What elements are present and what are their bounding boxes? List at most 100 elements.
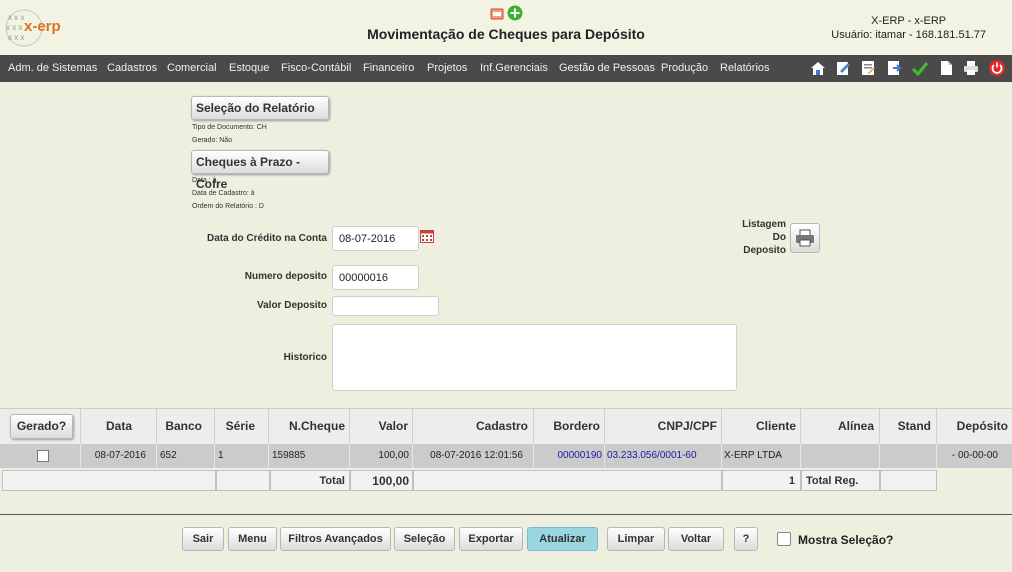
menu-inf-gerenciais[interactable]: Inf.Gerenciais <box>480 62 548 74</box>
historico-label: Historico <box>283 352 327 363</box>
cell-alinea <box>801 444 880 468</box>
menu-producao[interactable]: Produção <box>661 62 708 74</box>
footer-record-count: 1 <box>722 470 801 491</box>
col-cliente[interactable]: Cliente <box>722 409 801 444</box>
col-ncheque[interactable]: N.Cheque <box>269 409 350 444</box>
cell-valor: 100,00 <box>350 444 413 468</box>
cell-serie: 1 <box>215 444 269 468</box>
gerado-text: Gerado: Não <box>192 137 233 144</box>
home-icon[interactable] <box>809 59 827 77</box>
limpar-button[interactable]: Limpar <box>607 527 665 551</box>
menu-comercial[interactable]: Comercial <box>167 62 217 74</box>
cheques-prazo-cofre-button[interactable]: Cheques à Prazo - Cofre <box>191 150 329 191</box>
historico-textarea[interactable] <box>332 324 737 391</box>
cell-cadastro: 08-07-2016 12:01:56 <box>413 444 534 468</box>
help-button[interactable]: ? <box>734 527 758 551</box>
data-range-text: Data : à <box>192 177 217 184</box>
export-document-icon[interactable] <box>885 59 903 77</box>
footer-cell-blank-1 <box>2 470 216 491</box>
report-icon[interactable] <box>490 8 504 20</box>
valor-deposito-input[interactable] <box>332 296 439 316</box>
listagem-print-button[interactable] <box>790 223 820 253</box>
row-select-checkbox[interactable] <box>37 450 49 462</box>
listagem-label-line2: Do <box>772 232 786 243</box>
menu-gestao-pessoas[interactable]: Gestão de Pessoas <box>559 62 655 74</box>
valor-deposito-label: Valor Deposito <box>256 300 327 311</box>
cell-banco: 652 <box>157 444 215 468</box>
user-session: Usuário: itamar - 168.181.51.77 <box>831 29 986 41</box>
col-cnpj-cpf[interactable]: CNPJ/CPF <box>605 409 722 444</box>
tipo-documento-text: Tipo de Documento: CH <box>192 124 267 131</box>
check-icon[interactable] <box>911 59 929 77</box>
divider <box>0 514 1012 515</box>
cell-deposito: - 00-00-00 <box>951 450 998 461</box>
menu-financeiro[interactable]: Financeiro <box>363 62 414 74</box>
cell-bordero-link[interactable]: 00000190 <box>534 444 605 468</box>
cell-cliente: X-ERP LTDA <box>722 444 801 468</box>
listagem-deposito-label: Listagem Do Deposito <box>730 218 786 257</box>
power-icon[interactable] <box>988 59 1006 77</box>
listagem-label-line1: Listagem <box>742 219 786 230</box>
report-selection-button[interactable]: Seleção do Relatório <box>191 96 329 120</box>
main-menu-bar: Adm. de Sistemas Cadastros Comercial Est… <box>0 55 1012 82</box>
print-icon[interactable] <box>962 59 980 77</box>
cell-ncheque: 159885 <box>269 444 350 468</box>
cell-cnpj-link[interactable]: 03.233.056/0001-60 <box>605 444 722 468</box>
system-name: X-ERP - x-ERP <box>871 15 947 27</box>
filtros-avancados-button[interactable]: Filtros Avançados <box>280 527 391 551</box>
footer-cell-blank-4 <box>880 470 937 491</box>
menu-fisco-contabil[interactable]: Fisco-Contábil <box>281 62 351 74</box>
col-data[interactable]: Data <box>81 409 157 444</box>
voltar-button[interactable]: Voltar <box>668 527 724 551</box>
menu-button[interactable]: Menu <box>228 527 277 551</box>
col-banco[interactable]: Banco <box>157 409 215 444</box>
selecao-button[interactable]: Seleção <box>394 527 455 551</box>
listagem-label-line3: Deposito <box>743 245 786 256</box>
mostra-selecao-checkbox[interactable] <box>777 532 791 546</box>
mostra-selecao-label: Mostra Seleção? <box>798 533 894 547</box>
menu-estoque[interactable]: Estoque <box>229 62 269 74</box>
menu-projetos[interactable]: Projetos <box>427 62 467 74</box>
svg-text:x x x: x x x <box>8 13 24 22</box>
footer-cell-blank-2 <box>216 470 270 491</box>
atualizar-button[interactable]: Atualizar <box>527 527 598 551</box>
menu-relatorios[interactable]: Relatórios <box>720 62 770 74</box>
exportar-button[interactable]: Exportar <box>459 527 523 551</box>
cell-stand <box>880 444 937 468</box>
cheques-table-header: Gerado? Data Banco Série N.Cheque Valor … <box>0 408 1012 444</box>
footer-total-label: Total <box>270 470 350 491</box>
numero-deposito-label: Numero deposito <box>244 271 327 282</box>
app-header: x x x x x x x x x x-erp Movimentação de … <box>0 0 1012 55</box>
header-quick-actions <box>490 5 526 28</box>
gerado-toggle-button[interactable]: Gerado? <box>10 414 73 439</box>
add-icon[interactable] <box>507 5 523 21</box>
menu-cadastros[interactable]: Cadastros <box>107 62 157 74</box>
row-checkbox-cell <box>0 444 81 468</box>
col-cadastro[interactable]: Cadastro <box>413 409 534 444</box>
footer-total-reg-label: Total Reg. <box>801 470 880 491</box>
cell-data: 08-07-2016 <box>81 444 157 468</box>
gerado-header-cell: Gerado? <box>0 409 81 444</box>
data-credito-label: Data do Crédito na Conta <box>206 233 327 244</box>
menu-adm-sistemas[interactable]: Adm. de Sistemas <box>8 62 97 74</box>
col-bordero[interactable]: Bordero <box>534 409 605 444</box>
notes-icon[interactable] <box>859 59 877 77</box>
col-valor[interactable]: Valor <box>350 409 413 444</box>
ordem-relatorio-text: Ordem do Relatório : D <box>192 203 264 210</box>
user-info: X-ERP - x-ERP Usuário: itamar - 168.181.… <box>831 14 986 42</box>
col-alinea[interactable]: Alínea <box>801 409 880 444</box>
sair-button[interactable]: Sair <box>182 527 224 551</box>
calendar-icon[interactable] <box>420 229 434 243</box>
numero-deposito-input[interactable] <box>332 265 419 290</box>
table-row[interactable]: 08-07-2016 652 1 159885 100,00 08-07-201… <box>0 444 1012 468</box>
footer-cell-blank-3 <box>413 470 722 491</box>
footer-total-value: 100,00 <box>350 470 413 491</box>
data-cadastro-text: Data de Cadastro: à <box>192 190 255 197</box>
edit-document-icon[interactable] <box>834 59 852 77</box>
col-stand[interactable]: Stand <box>880 409 937 444</box>
data-credito-input[interactable] <box>332 226 419 251</box>
printer-icon <box>796 229 814 247</box>
new-document-icon[interactable] <box>937 59 955 77</box>
col-serie[interactable]: Série <box>215 409 269 444</box>
col-deposito[interactable]: Depósito <box>937 409 1012 444</box>
